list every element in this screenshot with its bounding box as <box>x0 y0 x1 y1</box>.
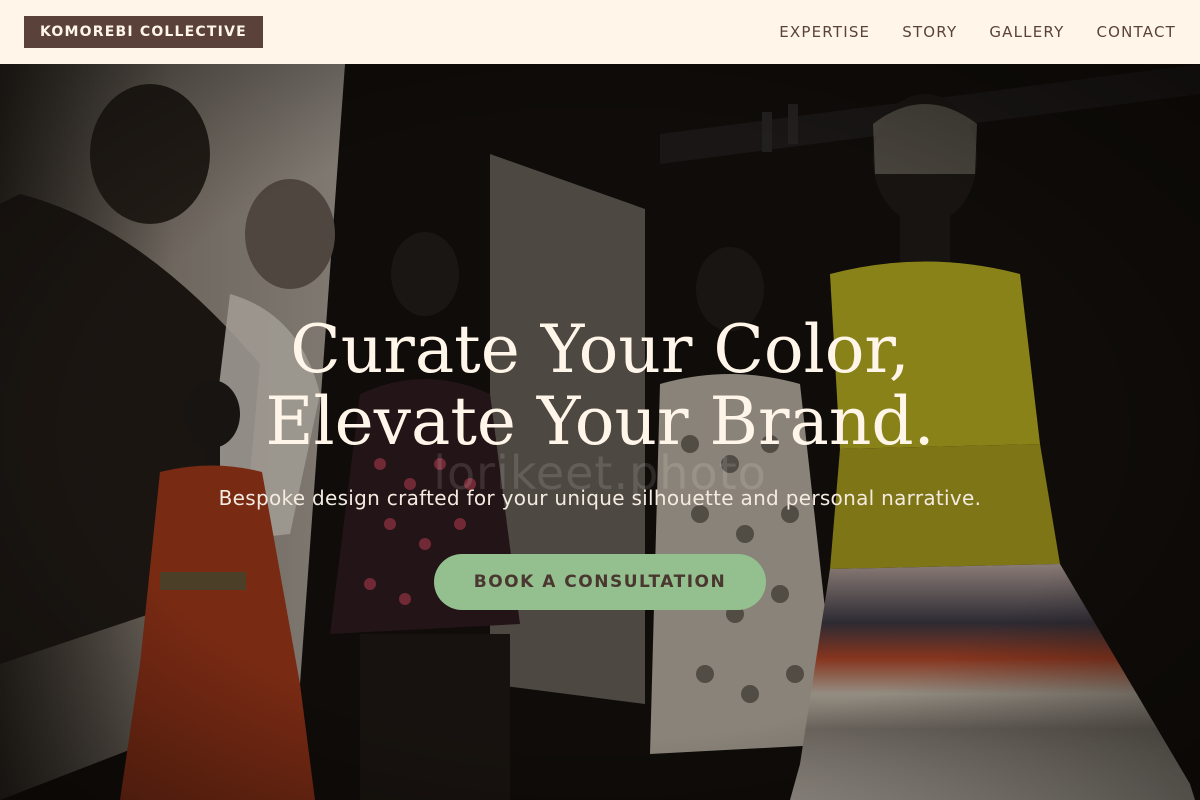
nav-link-contact[interactable]: CONTACT <box>1096 23 1176 41</box>
book-consultation-button[interactable]: BOOK A CONSULTATION <box>433 554 767 610</box>
headline-line-2: Elevate Your Brand. <box>265 383 935 460</box>
headline-line-1: Curate Your Color, <box>290 311 910 388</box>
main-nav: EXPERTISE STORY GALLERY CONTACT <box>779 23 1176 41</box>
nav-link-gallery[interactable]: GALLERY <box>989 23 1064 41</box>
hero-headline: Curate Your Color, Elevate Your Brand. <box>0 314 1200 458</box>
nav-link-expertise[interactable]: EXPERTISE <box>779 23 870 41</box>
site-header: KOMOREBI COLLECTIVE EXPERTISE STORY GALL… <box>0 0 1200 64</box>
brand-logo[interactable]: KOMOREBI COLLECTIVE <box>24 16 263 48</box>
hero-section: lorikeet.photo Curate Your Color, Elevat… <box>0 64 1200 800</box>
hero-subtitle: Bespoke design crafted for your unique s… <box>218 486 982 510</box>
nav-link-story[interactable]: STORY <box>902 23 957 41</box>
hero-content: Curate Your Color, Elevate Your Brand. B… <box>0 314 1200 610</box>
